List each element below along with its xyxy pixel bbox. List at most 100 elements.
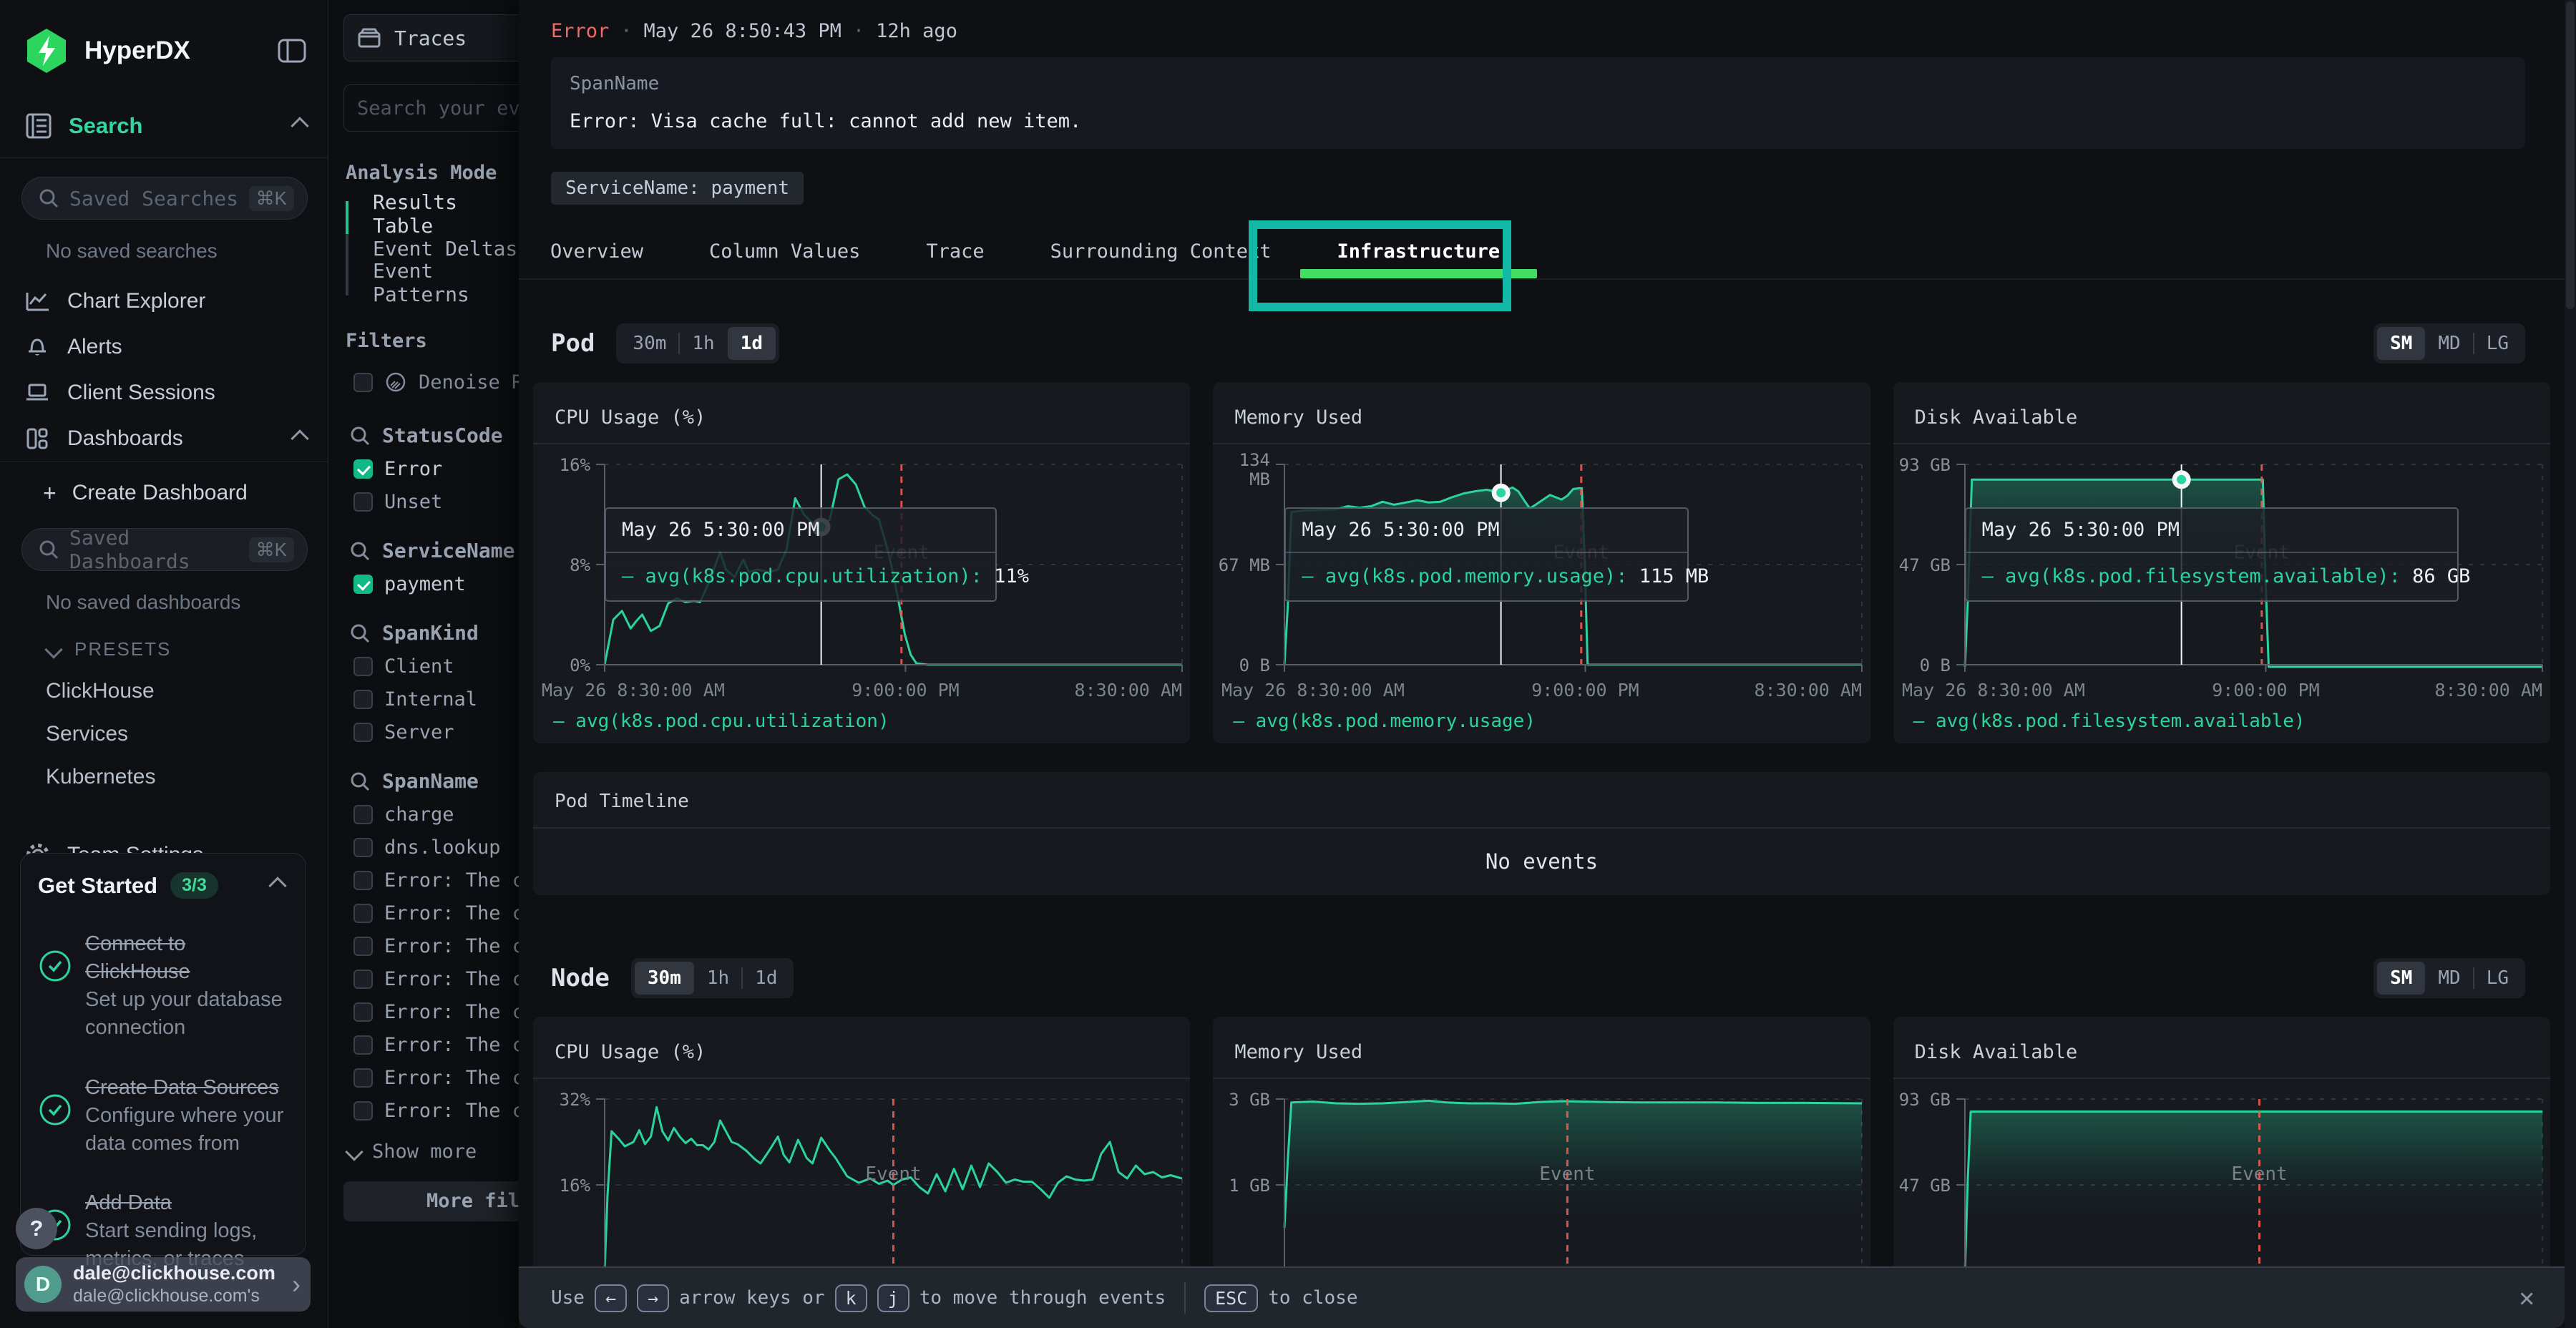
filter-checkbox[interactable] xyxy=(353,492,373,512)
event-detail-panel: Error · May 26 8:50:43 PM · 12h ago Span… xyxy=(519,0,2565,1328)
j-key[interactable]: j xyxy=(877,1284,909,1312)
k-key[interactable]: k xyxy=(835,1284,867,1312)
chart-card-pod_cpu: CPU Usage (%)Event16%8%0%May 26 8:30:00 … xyxy=(533,382,1190,743)
filter-option[interactable]: Error: The cr xyxy=(353,1066,519,1089)
sidebar-item-dashboards[interactable]: Dashboards xyxy=(0,416,328,462)
preset-kubernetes[interactable]: Kubernetes xyxy=(46,765,306,789)
preset-clickhouse[interactable]: ClickHouse xyxy=(46,679,306,703)
node-size-md[interactable]: MD xyxy=(2425,962,2473,995)
sidebar-item-chart-explorer[interactable]: Chart Explorer xyxy=(0,278,328,324)
filter-option[interactable]: Error: The cr xyxy=(353,902,519,924)
filter-option[interactable]: payment xyxy=(353,572,519,595)
filter-checkbox[interactable] xyxy=(353,1068,373,1088)
more-filters-button[interactable]: More fil xyxy=(343,1181,519,1221)
tab-infrastructure[interactable]: Infrastructure xyxy=(1337,240,1501,278)
saved-dashboards-input[interactable]: Saved Dashboards ⌘K xyxy=(21,528,308,571)
preset-services[interactable]: Services xyxy=(46,722,306,746)
pod-range-1d[interactable]: 1d xyxy=(728,327,776,360)
presets-toggle[interactable]: PRESETS xyxy=(47,638,306,660)
sidebar-item-search[interactable]: Search xyxy=(24,112,306,157)
pod-range-30m[interactable]: 30m xyxy=(620,327,679,360)
svg-text:8:30:00 AM: 8:30:00 AM xyxy=(1755,680,1863,700)
create-dashboard-button[interactable]: + Create Dashboard xyxy=(43,477,306,509)
filter-option[interactable]: Server xyxy=(353,721,519,743)
filter-option[interactable]: Error: The cr xyxy=(353,869,519,892)
filter-checkbox[interactable] xyxy=(353,1101,373,1120)
chart-legend: — avg(k8s.pod.cpu.utilization) xyxy=(553,711,889,732)
hint-use: Use xyxy=(551,1287,585,1309)
filter-option[interactable]: Error: The cr xyxy=(353,1099,519,1122)
filter-checkbox[interactable] xyxy=(353,937,373,956)
scrollbar-thumb[interactable] xyxy=(2566,1,2575,309)
filter-checkbox[interactable] xyxy=(353,805,373,824)
esc-key[interactable]: ESC xyxy=(1204,1284,1258,1312)
analysis-mode-event-patterns[interactable]: Event Patterns xyxy=(346,265,519,300)
filter-option[interactable]: Unset xyxy=(353,490,519,513)
node-size-lg[interactable]: LG xyxy=(2474,962,2522,995)
filter-checkbox[interactable] xyxy=(353,459,373,479)
arrow-left-key[interactable]: ← xyxy=(595,1284,627,1312)
pod-size-md[interactable]: MD xyxy=(2425,327,2473,360)
hint-tail: to move through events xyxy=(919,1287,1166,1309)
show-more-button[interactable]: Show more xyxy=(348,1141,519,1163)
filter-checkbox[interactable] xyxy=(353,838,373,857)
filter-checkbox[interactable] xyxy=(353,723,373,742)
close-icon[interactable]: ✕ xyxy=(2519,1284,2534,1313)
filter-checkbox[interactable] xyxy=(353,1035,373,1055)
filter-checkbox[interactable] xyxy=(353,575,373,594)
service-name-tag[interactable]: ServiceName: payment xyxy=(551,172,804,205)
pod-range-1h[interactable]: 1h xyxy=(679,327,727,360)
scrollbar[interactable] xyxy=(2565,0,2576,1328)
filter-option[interactable]: Client xyxy=(353,655,519,678)
node-range-30m[interactable]: 30m xyxy=(635,962,694,995)
tab-column-values[interactable]: Column Values xyxy=(709,240,860,278)
chevron-up-icon[interactable] xyxy=(268,877,286,894)
filter-option[interactable]: Internal xyxy=(353,688,519,711)
event-search-input[interactable]: Search your ev xyxy=(343,84,519,132)
filter-option[interactable]: Error: The cr xyxy=(353,1033,519,1056)
chart-title: Disk Available xyxy=(1915,1041,2078,1063)
help-button[interactable]: ? xyxy=(16,1208,57,1249)
box-icon xyxy=(357,27,381,49)
filter-checkbox[interactable] xyxy=(353,657,373,676)
filter-option[interactable]: Error: The cr xyxy=(353,934,519,957)
tab-surrounding-context[interactable]: Surrounding Context xyxy=(1050,240,1272,278)
get-started-badge: 3/3 xyxy=(170,872,218,899)
filter-option[interactable]: charge xyxy=(353,803,519,826)
saved-searches-input[interactable]: Saved Searches ⌘K xyxy=(21,177,308,220)
tab-trace[interactable]: Trace xyxy=(926,240,984,278)
filter-checkbox[interactable] xyxy=(353,904,373,923)
collapse-sidebar-icon[interactable] xyxy=(278,39,306,63)
node-size-sm[interactable]: SM xyxy=(2377,962,2425,995)
filter-checkbox[interactable] xyxy=(353,970,373,989)
sidebar-item-label: Search xyxy=(69,113,293,139)
analysis-mode-results-table[interactable]: Results Table xyxy=(346,197,519,231)
divider xyxy=(533,1078,1190,1079)
chevron-up-icon[interactable] xyxy=(291,117,308,135)
filter-checkbox[interactable] xyxy=(353,1002,373,1022)
pod-size-lg[interactable]: LG xyxy=(2474,327,2522,360)
filter-checkbox[interactable] xyxy=(353,871,373,890)
sidebar-item-alerts[interactable]: Alerts xyxy=(0,324,328,370)
tab-overview[interactable]: Overview xyxy=(550,240,643,278)
arrow-right-key[interactable]: → xyxy=(637,1284,669,1312)
filter-option[interactable]: Error: The cr xyxy=(353,1000,519,1023)
denoise-checkbox[interactable] xyxy=(353,373,373,392)
hint-close: to close xyxy=(1268,1287,1357,1309)
divider xyxy=(1893,1078,2550,1079)
source-select[interactable]: Traces xyxy=(343,14,519,62)
denoise-toggle[interactable]: Denoise Re xyxy=(353,366,519,398)
user-menu[interactable]: D dale@clickhouse.com dale@clickhouse.co… xyxy=(16,1257,311,1312)
journal-icon xyxy=(24,112,53,140)
filter-option[interactable]: Error xyxy=(353,457,519,480)
node-range-1h[interactable]: 1h xyxy=(694,962,742,995)
sidebar-item-client-sessions[interactable]: Client Sessions xyxy=(0,370,328,416)
filter-option[interactable]: Error: The cr xyxy=(353,967,519,990)
node-range-1d[interactable]: 1d xyxy=(742,962,790,995)
pod-timeline-panel: Pod Timeline No events xyxy=(533,772,2550,895)
filter-checkbox[interactable] xyxy=(353,690,373,709)
pod-size-sm[interactable]: SM xyxy=(2377,327,2425,360)
analysis-mode-label: Analysis Mode xyxy=(346,162,519,184)
filter-option[interactable]: dns.lookup xyxy=(353,836,519,859)
svg-text:9:00:00 PM: 9:00:00 PM xyxy=(2212,680,2320,700)
